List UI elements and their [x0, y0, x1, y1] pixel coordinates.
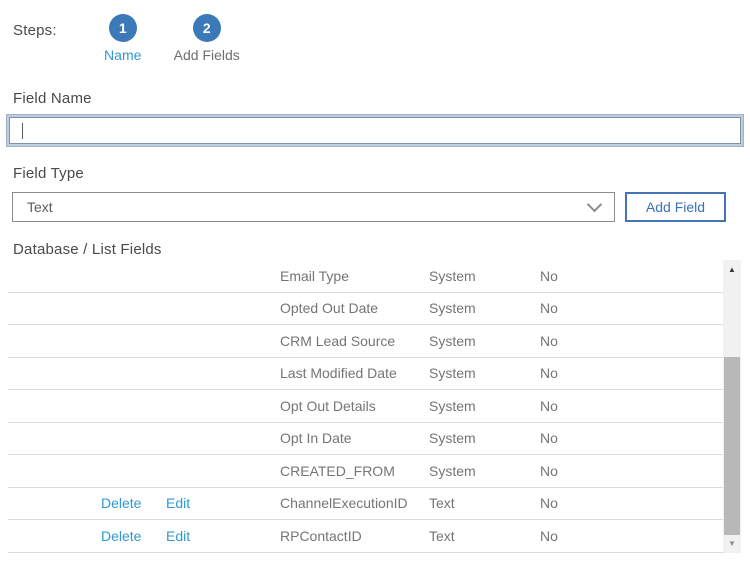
- field-name-cell: Email Type: [280, 268, 429, 284]
- field-type-cell: System: [429, 398, 540, 414]
- field-name-cell: ChannelExecutionID: [280, 495, 429, 511]
- field-type-cell: Text: [429, 528, 540, 544]
- fields-table-body: Email Type System No Opted Out Date Syst…: [8, 260, 723, 553]
- field-type-cell: System: [429, 463, 540, 479]
- field-type-select[interactable]: Text: [12, 192, 615, 222]
- db-list-fields-title: Database / List Fields: [13, 241, 741, 258]
- edit-link[interactable]: Edit: [166, 495, 216, 511]
- step-1-circle[interactable]: 1: [109, 14, 137, 42]
- scroll-down-icon[interactable]: ▼: [723, 536, 741, 551]
- field-name-label: Field Name: [13, 90, 741, 107]
- field-default-cell: No: [540, 398, 723, 414]
- step-add-fields[interactable]: 2 Add Fields: [165, 14, 249, 63]
- step-2-circle[interactable]: 2: [193, 14, 221, 42]
- field-name-cell: Opt In Date: [280, 430, 429, 446]
- table-row: Last Modified Date System No: [8, 358, 723, 391]
- steps-wizard: Steps: 1 Name 2 Add Fields: [9, 14, 741, 63]
- field-name-cell: RPContactID: [280, 528, 429, 544]
- step-1-label[interactable]: Name: [104, 47, 141, 63]
- table-row: CRM Lead Source System No: [8, 325, 723, 358]
- field-type-cell: System: [429, 430, 540, 446]
- table-scrollbar[interactable]: ▲ ▼: [723, 260, 741, 553]
- steps-label: Steps:: [13, 22, 57, 39]
- field-name-focus-ring: [6, 114, 744, 147]
- field-type-row: Text Add Field: [12, 192, 726, 222]
- field-default-cell: No: [540, 333, 723, 349]
- field-name-cell: Opt Out Details: [280, 398, 429, 414]
- table-row: Opted Out Date System No: [8, 293, 723, 326]
- table-row: Opt Out Details System No: [8, 390, 723, 423]
- field-name-cell: CREATED_FROM: [280, 463, 429, 479]
- field-name-input[interactable]: [9, 117, 741, 144]
- field-type-label: Field Type: [13, 165, 741, 182]
- chevron-down-icon: [587, 196, 603, 212]
- table-row: Delete Edit ChannelExecutionID Text No: [8, 488, 723, 521]
- field-default-cell: No: [540, 365, 723, 381]
- field-type-cell: System: [429, 365, 540, 381]
- field-type-cell: System: [429, 300, 540, 316]
- add-field-button[interactable]: Add Field: [625, 192, 726, 222]
- edit-link[interactable]: Edit: [166, 528, 216, 544]
- field-default-cell: No: [540, 430, 723, 446]
- scrollbar-thumb[interactable]: [724, 357, 740, 535]
- field-default-cell: No: [540, 528, 723, 544]
- field-name-cell: Last Modified Date: [280, 365, 429, 381]
- delete-link[interactable]: Delete: [101, 495, 166, 511]
- field-default-cell: No: [540, 268, 723, 284]
- delete-link[interactable]: Delete: [101, 528, 166, 544]
- step-name[interactable]: 1 Name: [81, 14, 165, 63]
- field-type-selected: Text: [27, 199, 53, 215]
- step-2-label[interactable]: Add Fields: [174, 47, 240, 63]
- table-row: Delete Edit RPContactID Text No: [8, 520, 723, 553]
- scroll-up-icon[interactable]: ▲: [723, 262, 741, 277]
- field-type-cell: Text: [429, 495, 540, 511]
- fields-table: Email Type System No Opted Out Date Syst…: [8, 260, 741, 553]
- field-name-cell: Opted Out Date: [280, 300, 429, 316]
- field-name-cell: CRM Lead Source: [280, 333, 429, 349]
- add-fields-panel: Steps: 1 Name 2 Add Fields Field Name Fi…: [0, 0, 750, 572]
- field-default-cell: No: [540, 463, 723, 479]
- table-row: Email Type System No: [8, 260, 723, 293]
- field-default-cell: No: [540, 300, 723, 316]
- table-row: CREATED_FROM System No: [8, 455, 723, 488]
- text-caret: [22, 123, 23, 139]
- field-default-cell: No: [540, 495, 723, 511]
- table-row: Opt In Date System No: [8, 423, 723, 456]
- field-type-cell: System: [429, 333, 540, 349]
- field-type-cell: System: [429, 268, 540, 284]
